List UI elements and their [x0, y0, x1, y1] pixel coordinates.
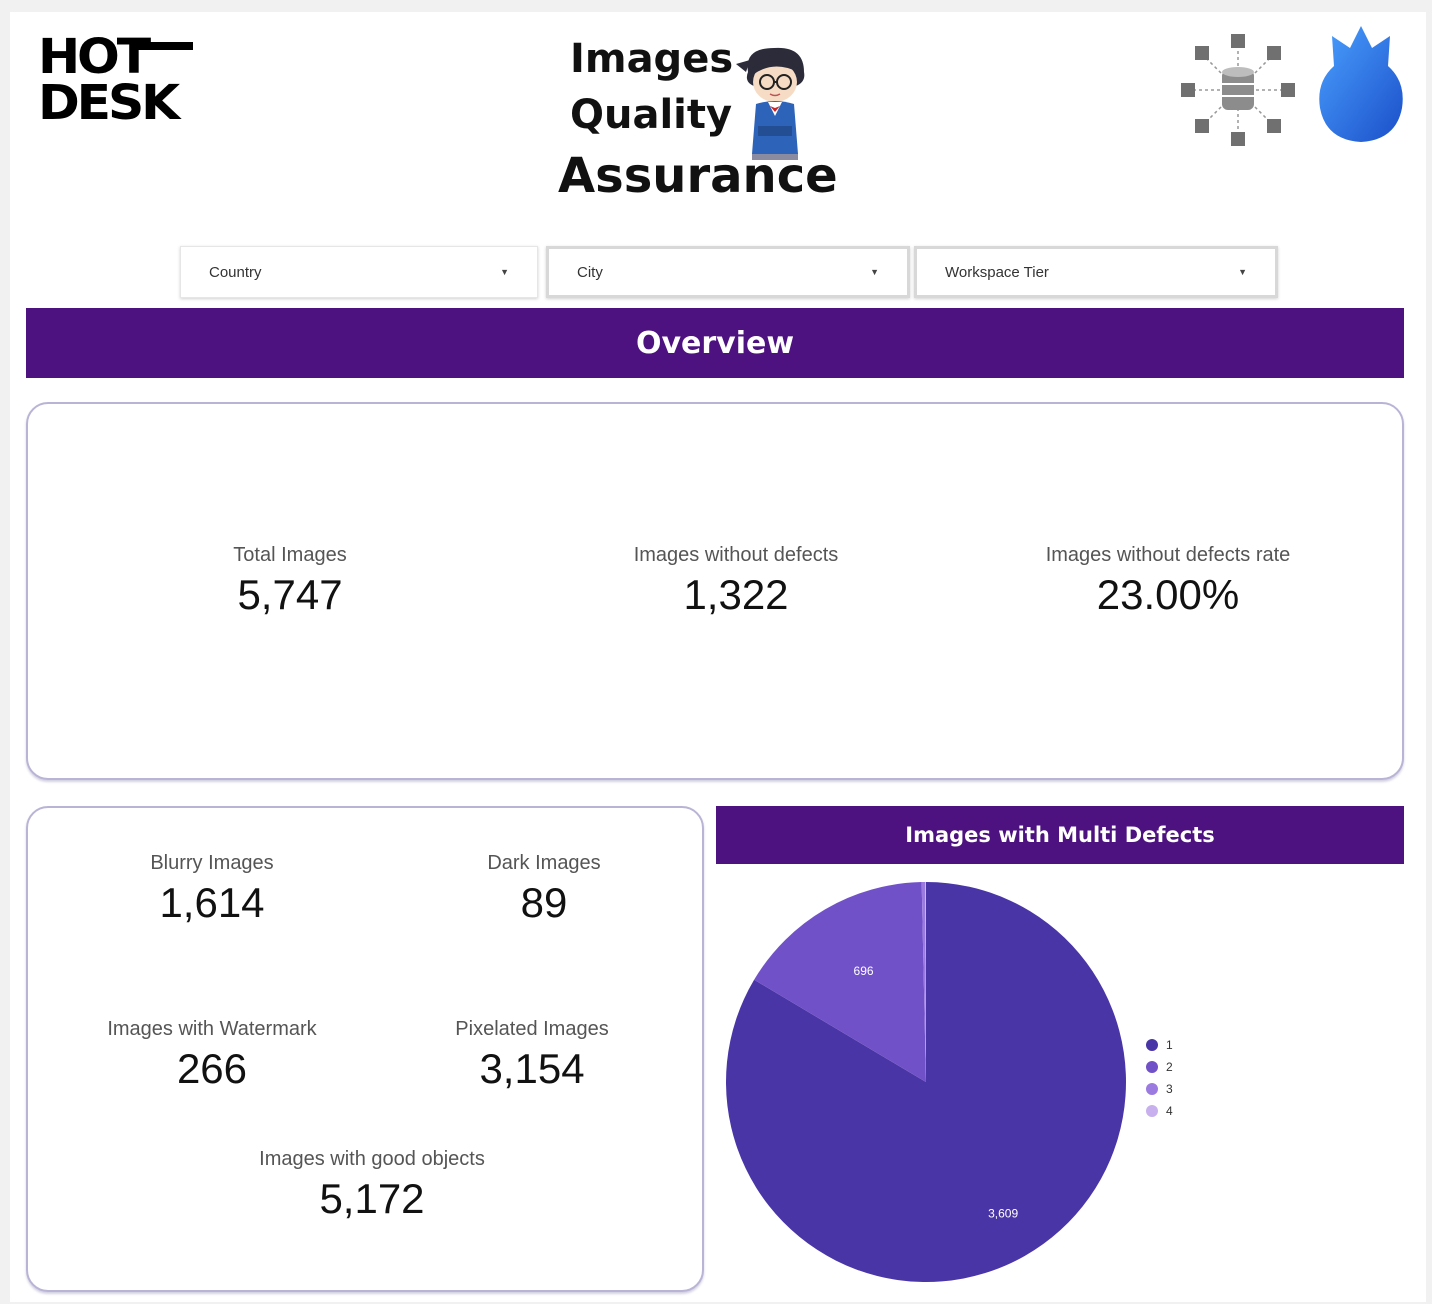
legend-item-4[interactable]: 4 [1146, 1100, 1173, 1122]
kpi-value: 3,154 [479, 1045, 585, 1092]
kpi-blurry-images: Blurry Images 1,614 [150, 852, 273, 927]
title-line-1: Images [570, 36, 734, 82]
pie-data-label-1: 3,609 [988, 1207, 1018, 1221]
detective-mascot-icon [736, 47, 805, 160]
overview-header: Overview [26, 308, 1404, 378]
kpi-value: 266 [176, 1045, 248, 1092]
logo-line-1: HOT [38, 29, 151, 85]
multi-defects-pie-chart: 3,609 696 [726, 882, 1126, 1282]
page-title: Images Quality Assurance [550, 36, 870, 216]
kpi-images-with-good-objects: Images with good objects 5,172 [259, 1148, 485, 1223]
legend-label: 1 [1166, 1038, 1173, 1052]
kpi-pixelated-images: Pixelated Images 3,154 [455, 1018, 608, 1093]
kpi-label: Dark Images [487, 852, 601, 874]
kpi-value: 23.00% [1096, 571, 1240, 618]
kpi-value: 89 [520, 879, 568, 926]
legend-swatch [1146, 1039, 1158, 1051]
legend-label: 2 [1166, 1060, 1173, 1074]
multi-defects-chart-header: Images with Multi Defects [716, 806, 1404, 864]
kpi-without-defects-rate: Images without defects rate 23.00% [1046, 544, 1291, 619]
kpi-label: Total Images [233, 544, 347, 566]
legend-item-1[interactable]: 1 [1146, 1034, 1173, 1056]
kpi-dark-images: Dark Images 89 [487, 852, 600, 927]
kpi-label: Blurry Images [150, 852, 274, 874]
title-line-2: Quality [570, 92, 733, 138]
database-network-icon [1181, 34, 1295, 146]
kpi-value: 5,747 [237, 571, 343, 618]
legend-label: 3 [1166, 1082, 1173, 1096]
legend-swatch [1146, 1083, 1158, 1095]
legend-swatch [1146, 1105, 1158, 1117]
overview-kpi-card: Total Images 5,747 Images without defect… [26, 402, 1404, 780]
pie-data-label-2: 696 [854, 964, 874, 978]
kpi-label: Images without defects [633, 544, 839, 566]
country-filter-label: Country [209, 263, 262, 281]
city-filter-dropdown[interactable]: City ▼ [546, 246, 910, 298]
kpi-total-images: Total Images 5,747 [233, 544, 346, 619]
kpi-label: Images with good objects [259, 1148, 485, 1170]
kpi-images-without-defects: Images without defects 1,322 [634, 544, 839, 619]
kpi-value: 5,172 [319, 1175, 425, 1222]
kpi-label: Pixelated Images [455, 1018, 609, 1040]
workspace-tier-filter-dropdown[interactable]: Workspace Tier ▼ [914, 246, 1278, 298]
legend-swatch [1146, 1061, 1158, 1073]
logo-line-2: DESK [38, 75, 180, 131]
kpi-images-with-watermark: Images with Watermark 266 [107, 1018, 316, 1093]
legend-label: 4 [1166, 1104, 1173, 1118]
hotdesk-logo: HOT DESK [38, 33, 193, 134]
chevron-down-icon: ▼ [870, 267, 879, 277]
chevron-down-icon: ▼ [1238, 267, 1247, 277]
water-drop-logo-icon [1319, 26, 1403, 142]
dashboard-page: HOT DESK Images Quality Assurance Countr… [10, 12, 1426, 1302]
kpi-label: Images with Watermark [107, 1018, 317, 1040]
city-filter-label: City [577, 263, 603, 281]
kpi-value: 1,614 [159, 879, 265, 926]
legend-item-2[interactable]: 2 [1146, 1056, 1173, 1078]
legend-item-3[interactable]: 3 [1146, 1078, 1173, 1100]
kpi-label: Images without defects rate [1045, 544, 1291, 566]
chart-title: Images with Multi Defects [905, 823, 1215, 847]
defects-kpi-card: Blurry Images 1,614 Dark Images 89 Image… [26, 806, 704, 1292]
workspace-tier-filter-label: Workspace Tier [945, 263, 1049, 281]
kpi-value: 1,322 [683, 571, 789, 618]
country-filter-dropdown[interactable]: Country ▼ [180, 246, 538, 298]
pie-legend: 1 2 3 4 [1146, 1034, 1173, 1122]
overview-title: Overview [635, 325, 795, 361]
chevron-down-icon: ▼ [500, 267, 509, 277]
